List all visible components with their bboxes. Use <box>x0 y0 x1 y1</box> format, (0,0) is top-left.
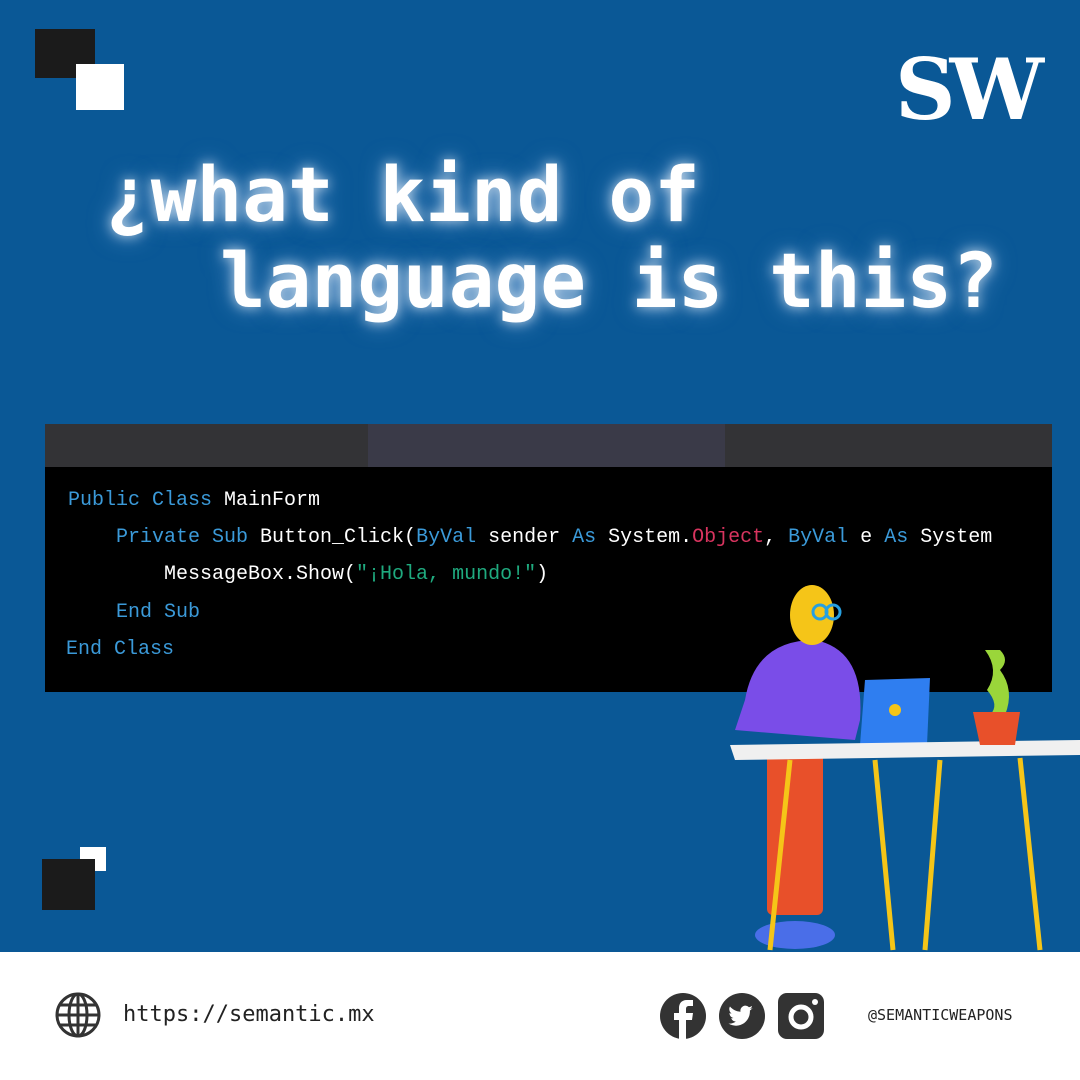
code-tab <box>368 424 725 467</box>
code-window-header <box>45 424 1052 467</box>
code-token: ByVal <box>416 526 477 549</box>
code-token: Object <box>692 526 765 549</box>
code-token: e <box>848 526 885 549</box>
brand-logo: SW <box>895 40 1044 139</box>
code-token: ) <box>536 563 549 586</box>
headline-line1: ¿what kind of <box>105 150 700 239</box>
website-link[interactable]: https://semantic.mx <box>123 1002 375 1027</box>
social-handle[interactable]: @SEMANTICWEAPONS <box>868 1006 1013 1024</box>
code-token: Private Sub <box>68 526 249 549</box>
headline-line2: language is this? <box>220 236 998 325</box>
code-token: End Sub <box>68 601 201 624</box>
code-line: End Class <box>66 638 174 661</box>
footer: https://semantic.mx @SEMANTICWEAPONS <box>0 952 1080 1080</box>
code-token: End Class <box>66 638 175 661</box>
instagram-icon[interactable] <box>778 993 824 1039</box>
code-line: MessageBox.Show("¡Hola, mundo!") <box>68 563 548 586</box>
globe-icon <box>55 992 101 1038</box>
code-token: System. <box>596 526 693 549</box>
code-token: Button_Click( <box>248 526 417 549</box>
twitter-icon[interactable] <box>719 993 765 1039</box>
code-token: As <box>884 526 909 549</box>
code-token: MainForm <box>212 489 321 512</box>
code-token: As <box>572 526 597 549</box>
decor-square <box>76 64 124 110</box>
code-token: "¡Hola, mundo!" <box>356 563 537 586</box>
code-line: Private Sub Button_Click(ByVal sender As… <box>68 526 992 549</box>
code-token: MessageBox.Show( <box>68 563 357 586</box>
decor-square <box>42 859 95 910</box>
code-token: sender <box>476 526 573 549</box>
person-at-desk-illustration <box>730 585 1080 951</box>
code-token: System <box>908 526 993 549</box>
facebook-icon[interactable] <box>660 993 706 1039</box>
code-line: Public Class MainForm <box>68 489 320 512</box>
code-line: End Sub <box>68 601 200 624</box>
code-token: , <box>764 526 789 549</box>
code-token: ByVal <box>788 526 849 549</box>
code-token: Public Class <box>68 489 213 512</box>
